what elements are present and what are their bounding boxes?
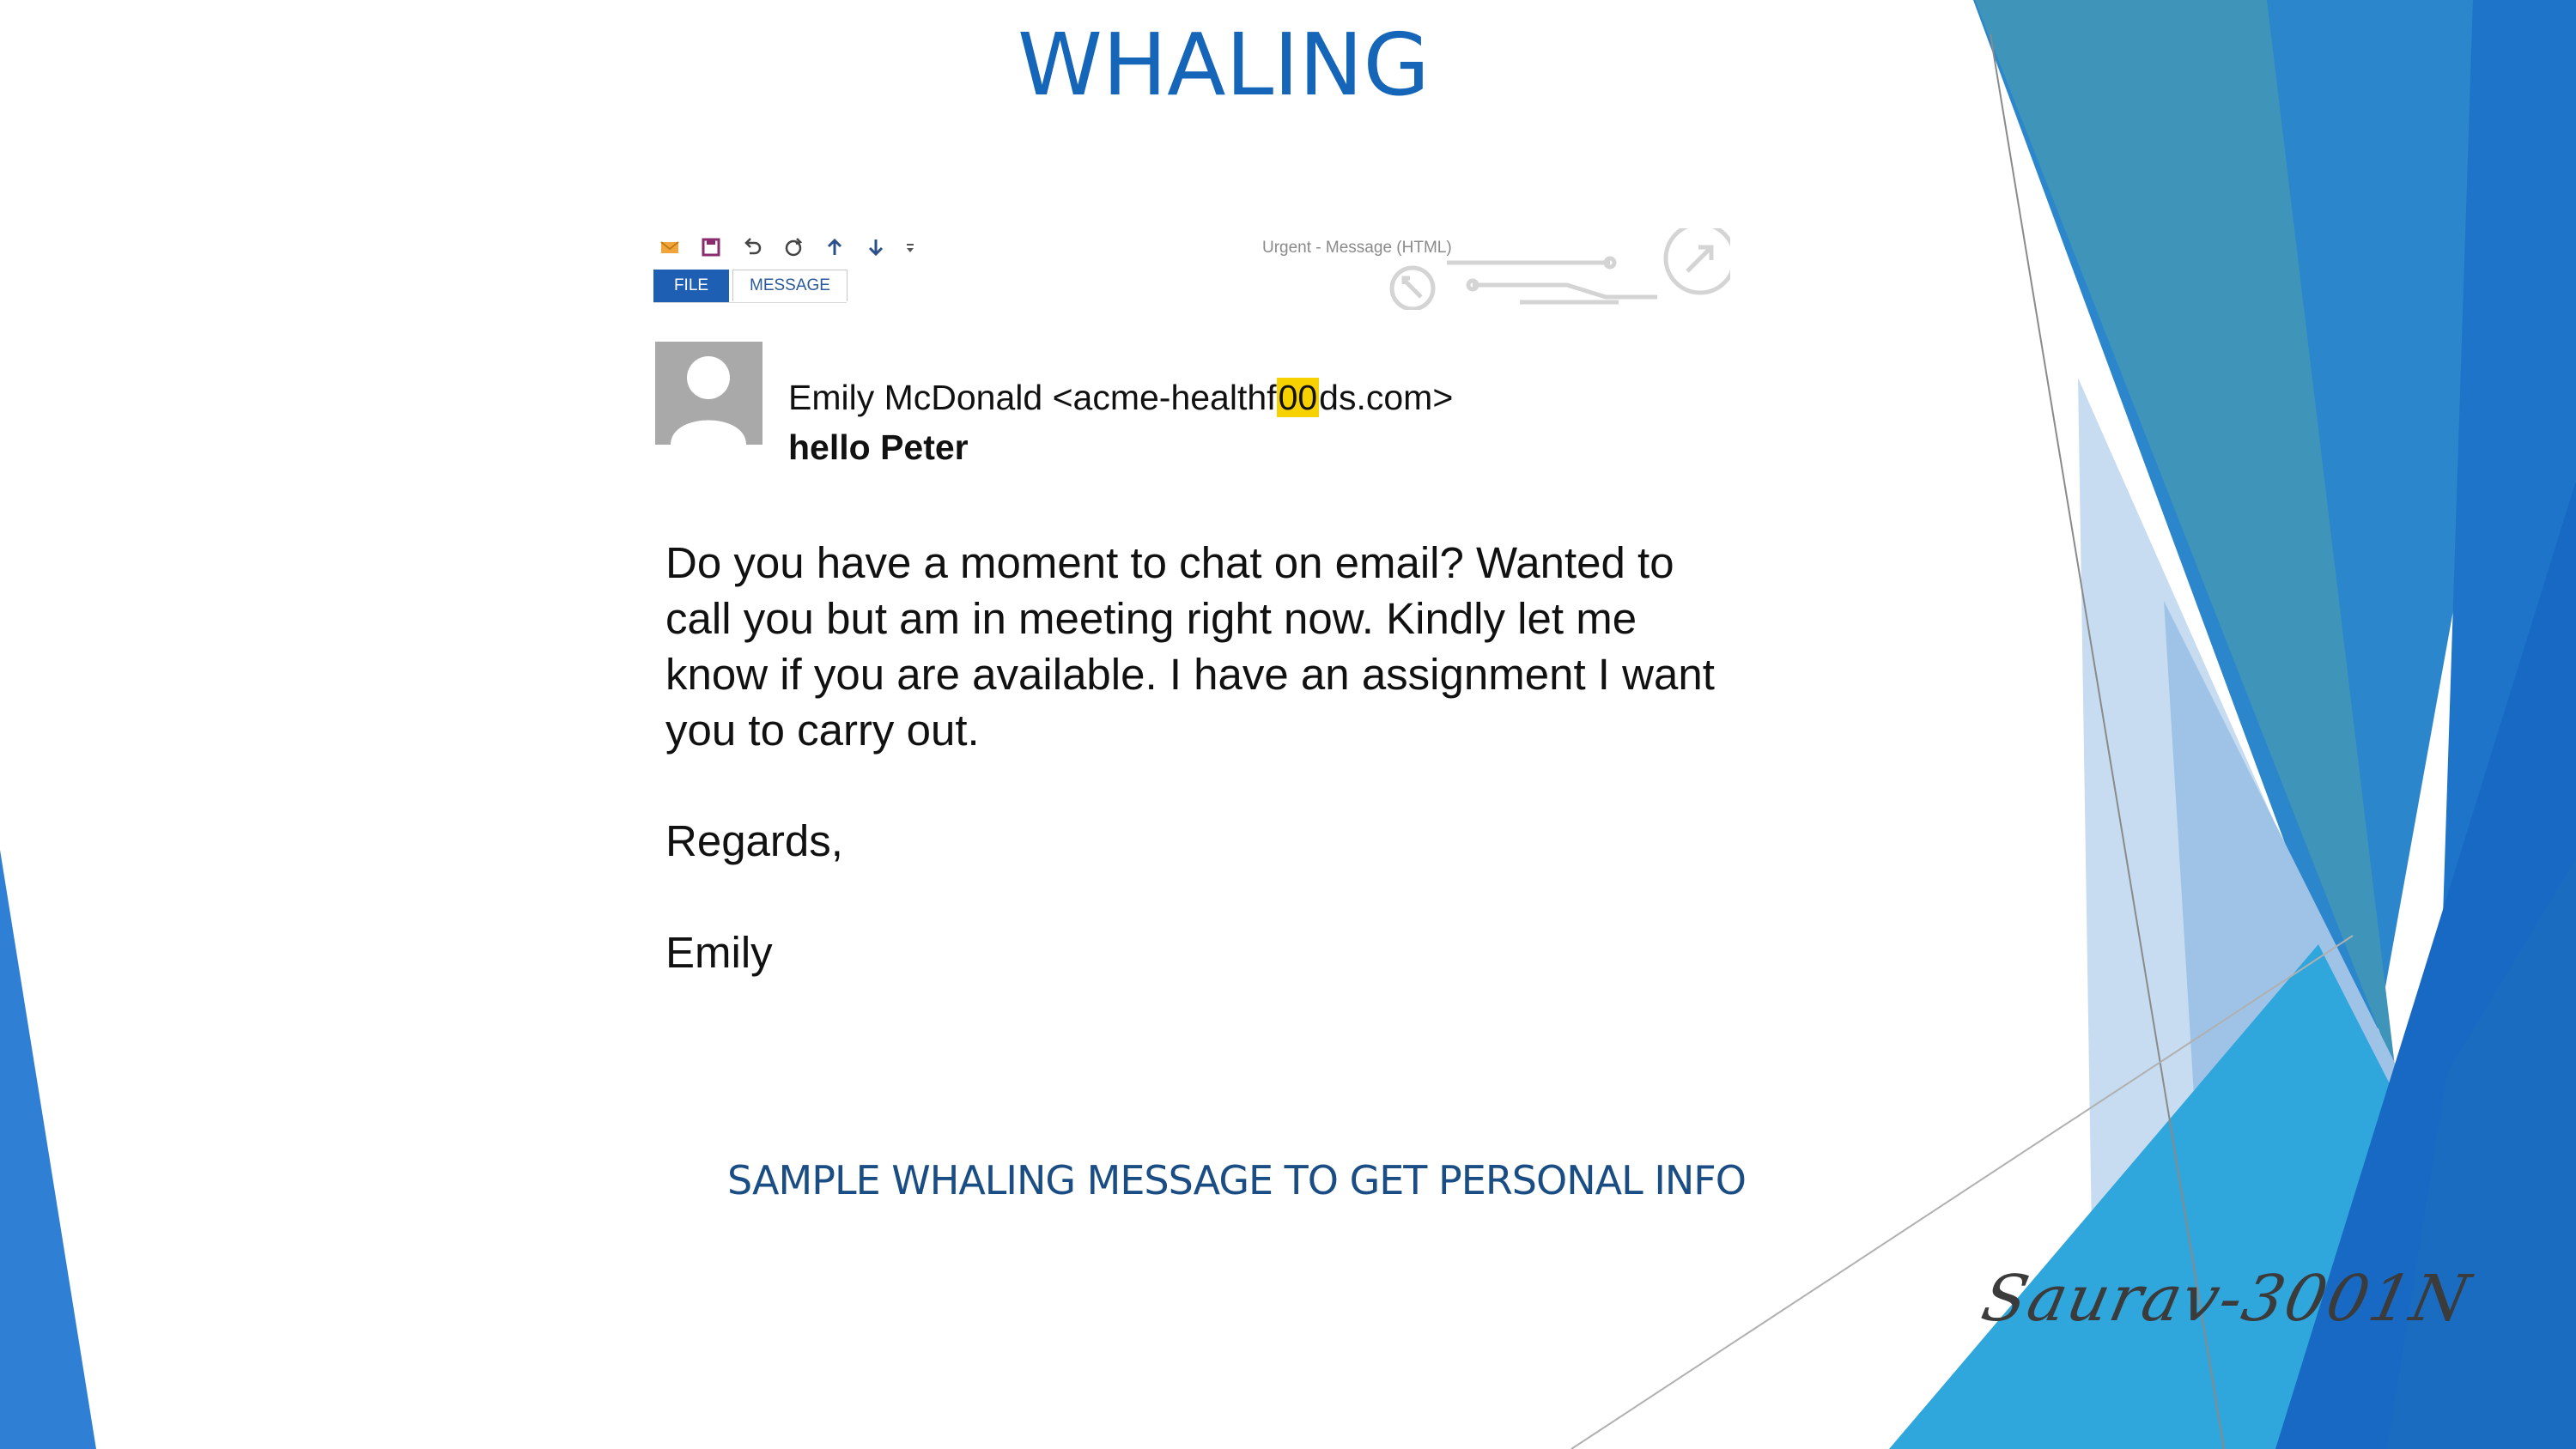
body-line: Do you have a moment to chat on email? W… <box>665 538 1674 587</box>
ribbon-circuit-decoration <box>1389 228 1730 310</box>
spoofed-characters-highlight: 00 <box>1276 378 1320 417</box>
body-line: call you but am in meeting right now. Ki… <box>665 594 1637 643</box>
sender-avatar <box>655 342 762 445</box>
undo-icon[interactable] <box>739 234 765 260</box>
sender-line: Emily McDonald <acme-healthf00ds.com> <box>788 378 1453 418</box>
body-line: you to carry out. <box>665 706 980 755</box>
sender-name: Emily McDonald <box>788 378 1043 417</box>
arrow-down-icon[interactable] <box>863 234 889 260</box>
email-screenshot: Urgent - Message (HTML) FILE MESSAGE Emi… <box>648 221 1825 994</box>
slide-title: WHALING <box>1018 15 1430 115</box>
body-line: know if you are available. I have an ass… <box>665 650 1715 699</box>
email-signoff: Emily <box>665 928 773 977</box>
tab-file[interactable]: FILE <box>653 270 729 302</box>
mail-icon[interactable] <box>657 234 683 260</box>
redo-icon[interactable] <box>781 234 806 260</box>
slide-caption: SAMPLE WHALING MESSAGE TO GET PERSONAL I… <box>727 1157 1747 1203</box>
sender-address-end: ds.com> <box>1319 378 1454 417</box>
author-signature: Saurav-3001N <box>1975 1262 2477 1336</box>
save-icon[interactable] <box>698 234 724 260</box>
arrow-up-icon[interactable] <box>822 234 848 260</box>
email-subject: hello Peter <box>788 427 969 467</box>
person-icon <box>655 342 762 445</box>
sender-address: <acme-healthf <box>1042 378 1277 417</box>
ribbon-tabs: FILE MESSAGE <box>653 270 848 302</box>
ribbon-divider <box>653 302 847 303</box>
tab-message[interactable]: MESSAGE <box>732 270 848 301</box>
quick-access-toolbar <box>657 233 916 261</box>
customize-toolbar-icon[interactable] <box>904 234 916 260</box>
email-regards: Regards, <box>665 816 843 865</box>
email-body: Do you have a moment to chat on email? W… <box>665 535 1816 758</box>
